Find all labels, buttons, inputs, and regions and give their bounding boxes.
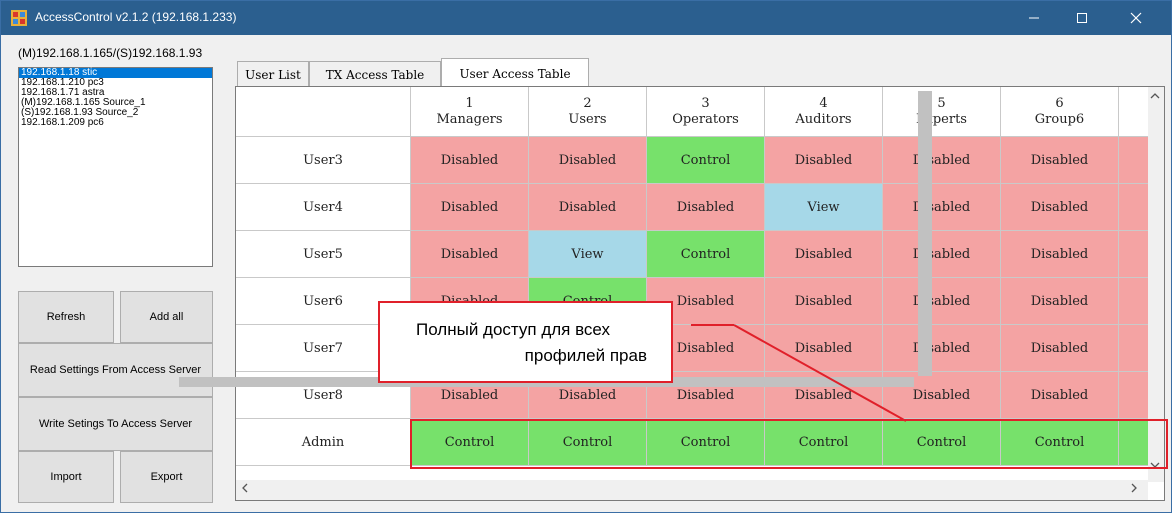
annotation-line-1: Полный доступ для всех <box>416 320 611 339</box>
annotation-line-2: профилей прав <box>524 346 647 365</box>
app-window: AccessControl v2.1.2 (192.168.1.233) (M)… <box>0 0 1172 513</box>
annotation-callout: Полный доступ для всех профилей прав <box>378 301 673 383</box>
annotation-pointer-line <box>691 324 907 422</box>
